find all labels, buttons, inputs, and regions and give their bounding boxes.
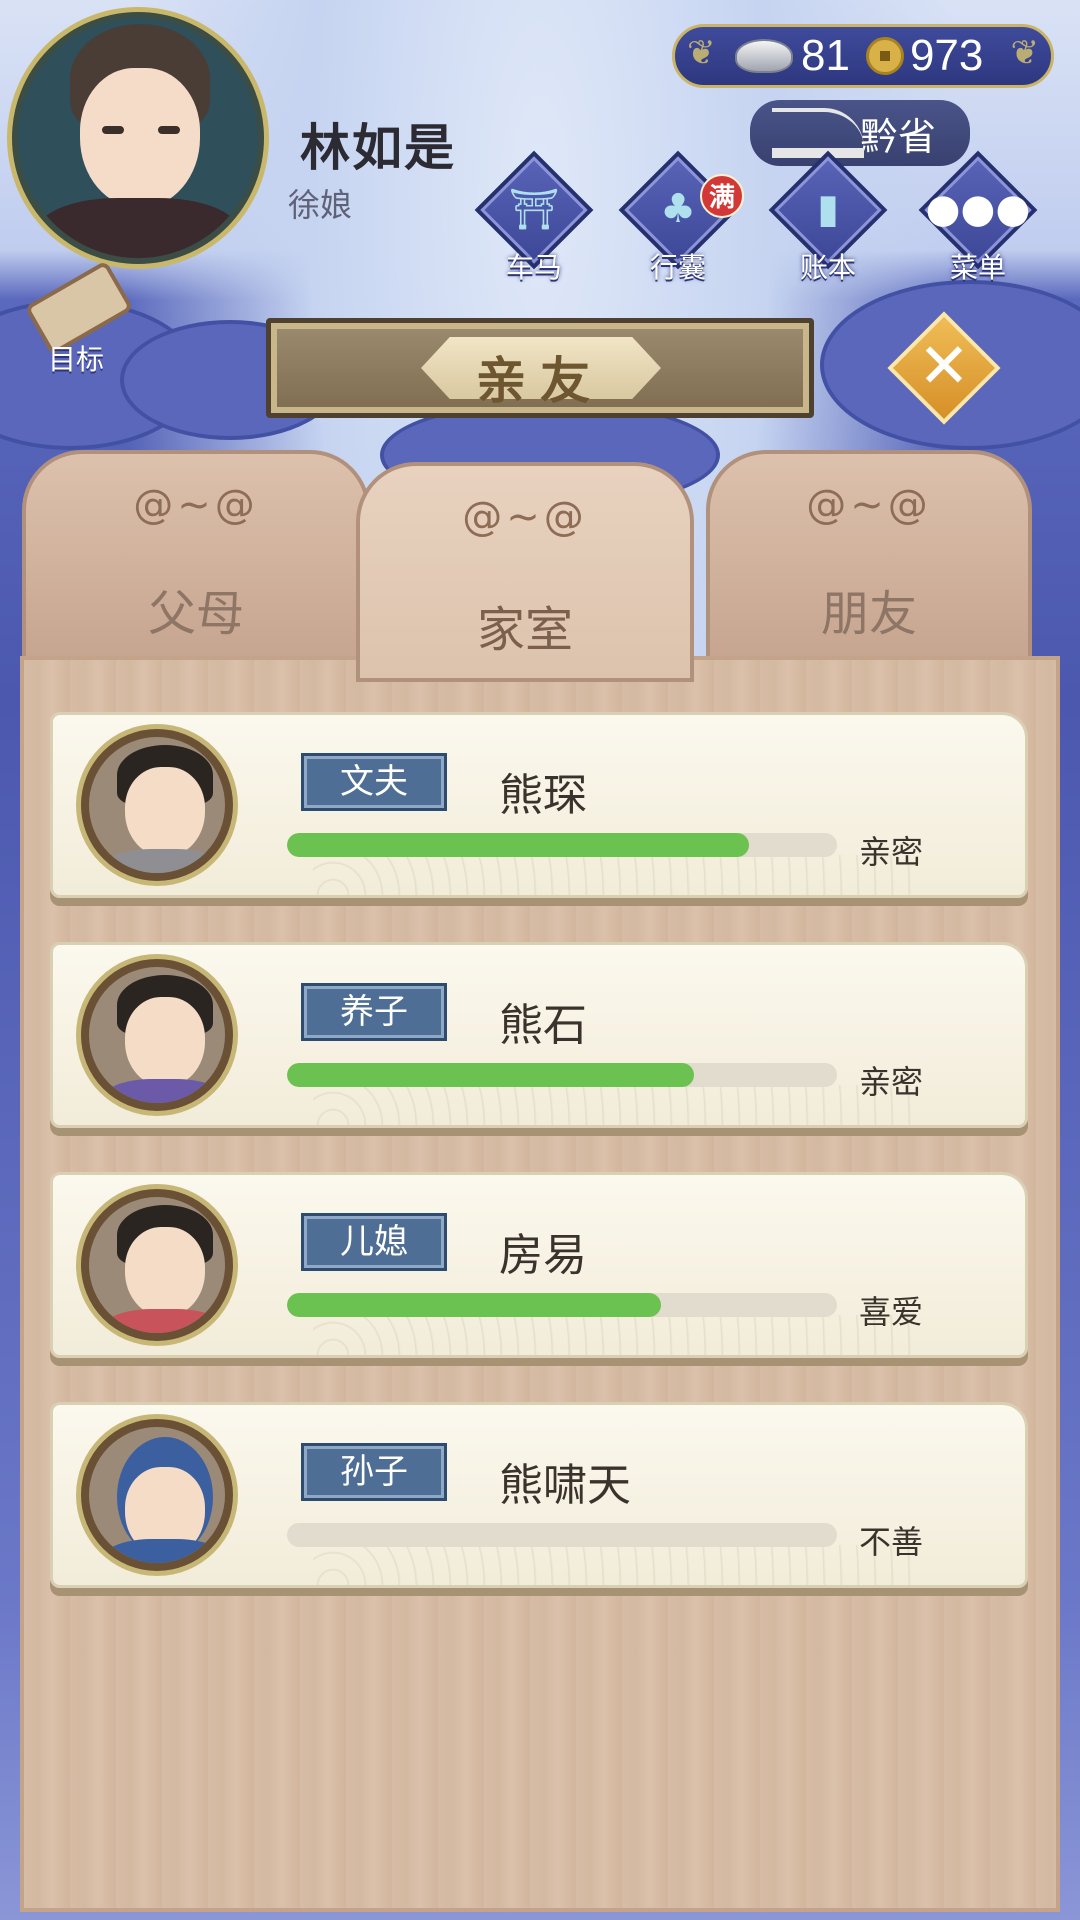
relative-portrait — [81, 959, 233, 1111]
relative-card[interactable]: 孙子 熊啸天 不善 — [50, 1402, 1028, 1588]
copper-amount: 973 — [909, 31, 984, 80]
ledger-icon: ▮ — [816, 186, 839, 232]
relation-tag: 孙子 — [301, 1443, 447, 1501]
flatiron-icon — [772, 108, 864, 158]
affinity-bar-fill — [287, 833, 749, 857]
relative-portrait — [81, 1189, 233, 1341]
relative-name: 熊琛 — [499, 770, 587, 821]
affinity-bar — [287, 1523, 837, 1547]
relation-tag: 养子 — [301, 983, 447, 1041]
bag-full-badge: 满 — [700, 174, 744, 218]
menu-button[interactable]: ●●● 菜单 — [918, 150, 1038, 284]
relation-status: 不善 — [859, 1523, 924, 1561]
goal-button[interactable]: 目标 — [16, 260, 136, 376]
relation-status: 喜爱 — [859, 1293, 924, 1331]
swirl-ornament-icon: @~@ — [133, 482, 259, 528]
tab-family[interactable]: @~@ 家室 — [356, 462, 694, 682]
panel-title: 亲友 — [476, 352, 604, 410]
carriage-button[interactable]: ⛩ 车马 — [474, 150, 594, 284]
relative-name: 熊石 — [499, 1000, 587, 1051]
affinity-bar-fill — [287, 1293, 661, 1317]
relation-tag: 儿媳 — [301, 1213, 447, 1271]
currency-bar: ❦ 81 973 ❦ — [672, 24, 1054, 88]
swirl-ornament-icon: @~@ — [462, 494, 588, 540]
silver-ingot-icon — [735, 39, 793, 73]
relative-card[interactable]: 文夫 熊琛 亲密 — [50, 712, 1028, 898]
ledger-button[interactable]: ▮ 账本 — [768, 150, 888, 284]
affinity-bar — [287, 1293, 837, 1317]
more-dots-icon: ●●● — [925, 186, 1031, 232]
silver-amount: 81 — [801, 31, 850, 80]
tab-friends[interactable]: @~@ 朋友 — [706, 450, 1032, 670]
carriage-icon: ⛩ — [508, 187, 560, 233]
relative-portrait — [81, 729, 233, 881]
relation-status: 亲密 — [859, 1063, 924, 1101]
location-button[interactable]: 黔省 — [750, 100, 970, 166]
tab-parents[interactable]: @~@ 父母 — [22, 450, 370, 670]
close-icon: ✕ — [918, 329, 970, 402]
copper-coin-icon — [865, 37, 904, 75]
bamboo-icon: ❦ — [1010, 34, 1040, 72]
relative-portrait — [81, 1419, 233, 1571]
affinity-bar — [287, 833, 837, 857]
location-label: 黔省 — [859, 114, 936, 159]
relation-tag: 文夫 — [301, 753, 447, 811]
panel-title-banner: 亲友 — [266, 318, 814, 418]
relation-status: 亲密 — [859, 833, 924, 871]
player-avatar[interactable] — [12, 12, 264, 264]
swirl-ornament-icon: @~@ — [806, 482, 932, 528]
relative-card[interactable]: 养子 熊石 亲密 — [50, 942, 1028, 1128]
player-name: 林如是 — [300, 119, 456, 177]
bamboo-icon: ❦ — [687, 34, 716, 72]
relative-name: 房易 — [499, 1230, 587, 1281]
affinity-bar-fill — [287, 1063, 694, 1087]
relative-card[interactable]: 儿媳 房易 喜爱 — [50, 1172, 1028, 1358]
relative-name: 熊啸天 — [499, 1460, 631, 1511]
game-screen: 林如是 徐娘 ❦ 81 973 ❦ 黔省 ⛩ 车马 ♣ 行囊 满 ▮ 账本 ●●… — [0, 0, 1080, 1920]
affinity-bar — [287, 1063, 837, 1087]
player-title: 徐娘 — [288, 186, 353, 224]
